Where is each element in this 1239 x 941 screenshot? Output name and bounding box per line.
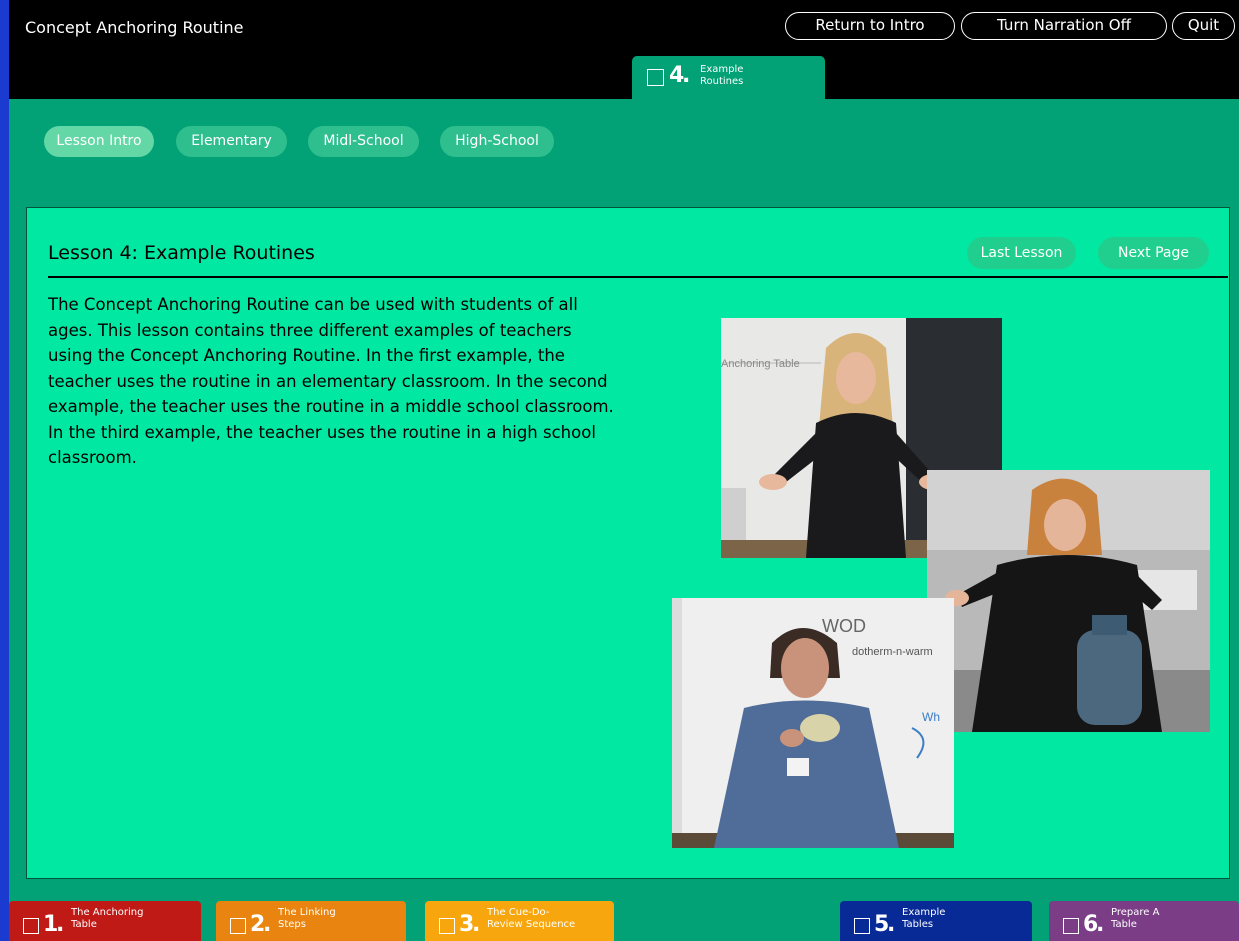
module-label: The Anchoring Table xyxy=(71,907,144,931)
module-label-line1: The Anchoring xyxy=(71,907,144,918)
checkbox-icon xyxy=(647,69,664,86)
tab-label-line1: Example xyxy=(700,64,744,75)
subnav-lesson-intro[interactable]: Lesson Intro xyxy=(44,126,154,157)
module-label-line2: Tables xyxy=(902,919,934,930)
tab-number-dot: . xyxy=(682,63,691,88)
module-label: Prepare A Table xyxy=(1111,907,1159,931)
module-label: The Cue-Do- Review Sequence xyxy=(487,907,575,931)
checkbox-icon xyxy=(230,918,246,934)
subnav-high-school[interactable]: High-School xyxy=(440,126,554,157)
middle-school-teacher-photo xyxy=(927,470,1210,732)
title-divider xyxy=(48,276,1228,278)
module-label: The Linking Steps xyxy=(278,907,336,931)
module-label-line1: Example xyxy=(902,907,946,918)
module-number-dot: . xyxy=(1096,912,1105,937)
last-lesson-button[interactable]: Last Lesson xyxy=(967,237,1076,269)
module-label-line1: The Cue-Do- xyxy=(487,907,550,918)
subnav-midl-school[interactable]: Midl-School xyxy=(308,126,419,157)
module-tab-anchoring-table[interactable]: 1 . The Anchoring Table xyxy=(9,901,201,941)
module-tab-cue-do-review[interactable]: 3 . The Cue-Do- Review Sequence xyxy=(425,901,614,941)
high-school-teacher-photo: WOD dotherm-n-warm Wh xyxy=(672,598,954,848)
middle-school-teacher-illustration xyxy=(927,470,1210,732)
tab-label: Example Routines xyxy=(700,64,743,88)
module-number-dot: . xyxy=(472,912,481,937)
module-label-line2: Table xyxy=(1111,919,1137,930)
lesson-title: Lesson 4: Example Routines xyxy=(48,242,315,264)
quit-button[interactable]: Quit xyxy=(1172,12,1235,40)
app-window: Concept Anchoring Routine Return to Intr… xyxy=(9,0,1239,941)
board-text-2: dotherm-n-warm xyxy=(852,646,933,658)
module-tab-prepare-table[interactable]: 6 . Prepare A Table xyxy=(1049,901,1239,941)
checkbox-icon xyxy=(854,918,870,934)
checkbox-icon xyxy=(23,918,39,934)
lesson-panel: Lesson 4: Example Routines Last Lesson N… xyxy=(26,207,1230,879)
top-bar: Concept Anchoring Routine Return to Intr… xyxy=(9,0,1239,99)
module-label-line2: Review Sequence xyxy=(487,919,576,930)
return-to-intro-button[interactable]: Return to Intro xyxy=(785,12,955,40)
board-label: Anchoring Table xyxy=(721,358,800,370)
module-number-dot: . xyxy=(56,912,65,937)
app-title: Concept Anchoring Routine xyxy=(25,18,244,37)
module-number-dot: . xyxy=(887,912,896,937)
checkbox-icon xyxy=(439,918,455,934)
module-label-line1: Prepare A xyxy=(1111,907,1160,918)
turn-narration-off-button[interactable]: Turn Narration Off xyxy=(961,12,1167,40)
module-number-dot: . xyxy=(263,912,272,937)
tab-example-routines[interactable]: 4 . Example Routines xyxy=(632,56,825,99)
lesson-body-text: The Concept Anchoring Routine can be use… xyxy=(48,295,614,467)
module-label-line2: Steps xyxy=(278,919,306,930)
next-page-button[interactable]: Next Page xyxy=(1098,237,1209,269)
module-label-line1: The Linking xyxy=(278,907,336,918)
board-text-3: Wh xyxy=(922,710,940,724)
module-label: Example Tables xyxy=(902,907,945,931)
high-school-teacher-illustration xyxy=(672,598,954,848)
board-text-1: WOD xyxy=(822,616,866,636)
module-label-line2: Table xyxy=(71,919,97,930)
module-tab-linking-steps[interactable]: 2 . The Linking Steps xyxy=(216,901,406,941)
tab-label-line2: Routines xyxy=(700,76,744,87)
checkbox-icon xyxy=(1063,918,1079,934)
subnav-elementary[interactable]: Elementary xyxy=(176,126,287,157)
module-tab-example-tables[interactable]: 5 . Example Tables xyxy=(840,901,1032,941)
